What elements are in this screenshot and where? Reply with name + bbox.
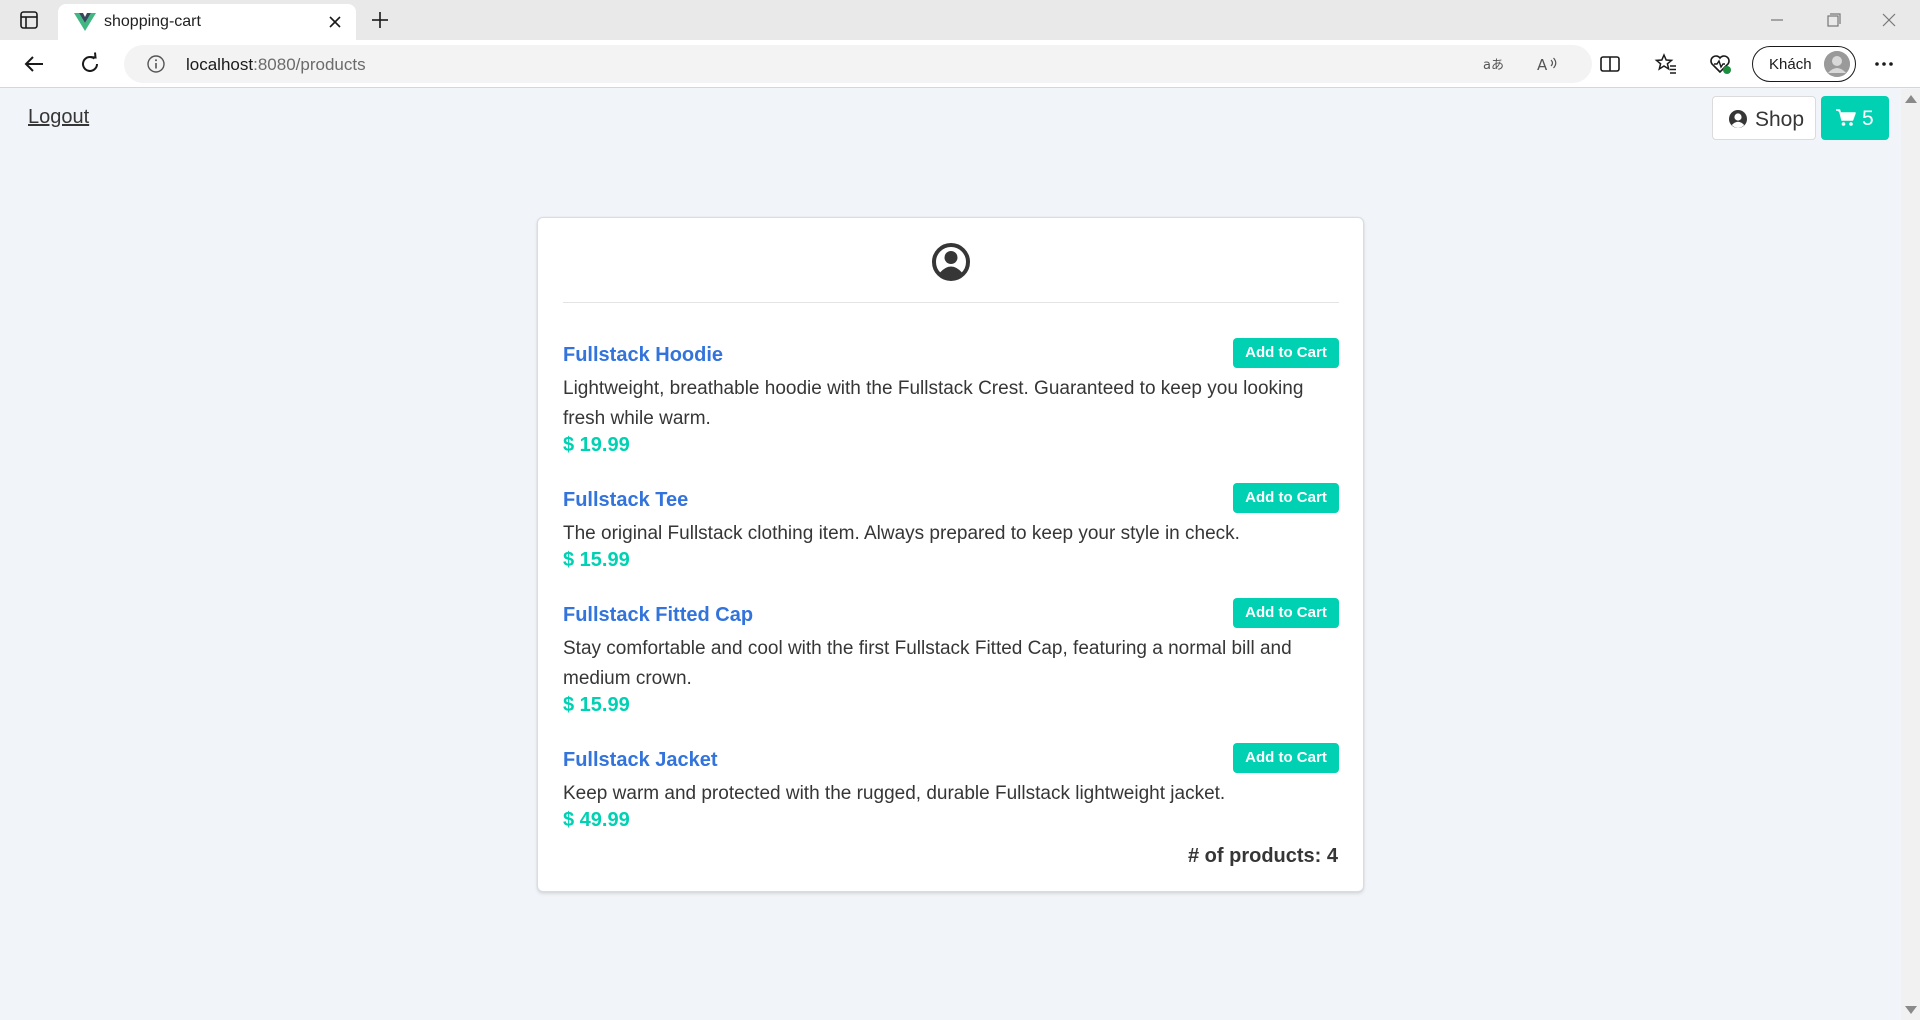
site-info-icon[interactable] <box>146 54 166 74</box>
card-divider <box>563 302 1339 303</box>
product-description: Lightweight, breathable hoodie with the … <box>563 378 1304 429</box>
url-host: localhost <box>186 55 254 74</box>
add-to-cart-button[interactable]: Add to Cart <box>1233 743 1339 773</box>
cart-count: 5 <box>1862 107 1874 130</box>
svg-text:aあ: aあ <box>1483 58 1504 73</box>
product-description: Keep warm and protected with the rugged,… <box>563 783 1226 804</box>
page-content: Logout Shop 5 Fullstack Hoodie Add to Ca… <box>0 89 1901 1020</box>
product-list-card: Fullstack Hoodie Add to Cart Lightweight… <box>537 217 1364 892</box>
user-circle-icon <box>1729 110 1747 128</box>
scroll-up-arrow-icon[interactable] <box>1905 95 1917 103</box>
profile-button[interactable]: Khách <box>1752 46 1856 82</box>
product-name[interactable]: Fullstack Tee <box>563 489 688 512</box>
add-to-cart-button[interactable]: Add to Cart <box>1233 598 1339 628</box>
url-path: :8080/products <box>253 55 366 74</box>
favorites-icon[interactable] <box>1654 52 1678 76</box>
add-to-cart-button[interactable]: Add to Cart <box>1233 338 1339 368</box>
close-window-icon[interactable] <box>1876 8 1902 32</box>
browser-essentials-icon[interactable] <box>1708 52 1732 76</box>
tab-title: shopping-cart <box>104 13 201 30</box>
product-name[interactable]: Fullstack Jacket <box>563 749 718 772</box>
product-count: # of products: 4 <box>1187 845 1338 867</box>
guest-avatar-icon <box>1824 51 1850 77</box>
product-description: Stay comfortable and cool with the first… <box>563 638 1292 689</box>
profile-name: Khách <box>1769 56 1812 73</box>
product-price: $ 19.99 <box>563 434 630 456</box>
reload-icon[interactable] <box>76 50 104 78</box>
product-price: $ 15.99 <box>563 694 630 716</box>
minimize-icon[interactable] <box>1764 8 1790 32</box>
scroll-down-arrow-icon[interactable] <box>1905 1006 1917 1014</box>
tab-actions-icon[interactable] <box>18 9 40 31</box>
svg-text:A: A <box>1537 56 1548 74</box>
user-circle-icon <box>932 243 970 281</box>
vertical-scrollbar[interactable] <box>1901 89 1920 1020</box>
shopping-cart-icon <box>1836 109 1856 126</box>
read-aloud-icon[interactable]: A <box>1536 53 1560 75</box>
product-price: $ 15.99 <box>563 549 630 571</box>
product-name[interactable]: Fullstack Hoodie <box>563 344 723 367</box>
translate-icon[interactable]: aあ <box>1482 53 1506 75</box>
shop-button[interactable]: Shop <box>1712 96 1816 140</box>
address-bar[interactable]: localhost:8080/products aあ A <box>124 45 1592 83</box>
product-name[interactable]: Fullstack Fitted Cap <box>563 604 753 627</box>
vue-logo-icon <box>74 13 96 31</box>
cart-button[interactable]: 5 <box>1821 96 1889 140</box>
product-description: The original Fullstack clothing item. Al… <box>563 523 1240 544</box>
restore-icon[interactable] <box>1820 8 1846 32</box>
split-screen-icon[interactable] <box>1598 52 1622 76</box>
browser-toolbar: localhost:8080/products aあ A Khách <box>0 40 1920 88</box>
logout-link[interactable]: Logout <box>28 106 89 129</box>
product-price: $ 49.99 <box>563 809 630 831</box>
new-tab-icon[interactable] <box>368 8 392 32</box>
url-text[interactable]: localhost:8080/products <box>186 55 366 75</box>
browser-tab-strip: shopping-cart <box>0 0 1920 40</box>
close-tab-icon[interactable] <box>326 13 344 31</box>
add-to-cart-button[interactable]: Add to Cart <box>1233 483 1339 513</box>
shop-label: Shop <box>1755 108 1805 131</box>
browser-tab[interactable]: shopping-cart <box>58 4 356 40</box>
more-options-icon[interactable] <box>1872 52 1896 76</box>
back-arrow-icon[interactable] <box>20 50 48 78</box>
